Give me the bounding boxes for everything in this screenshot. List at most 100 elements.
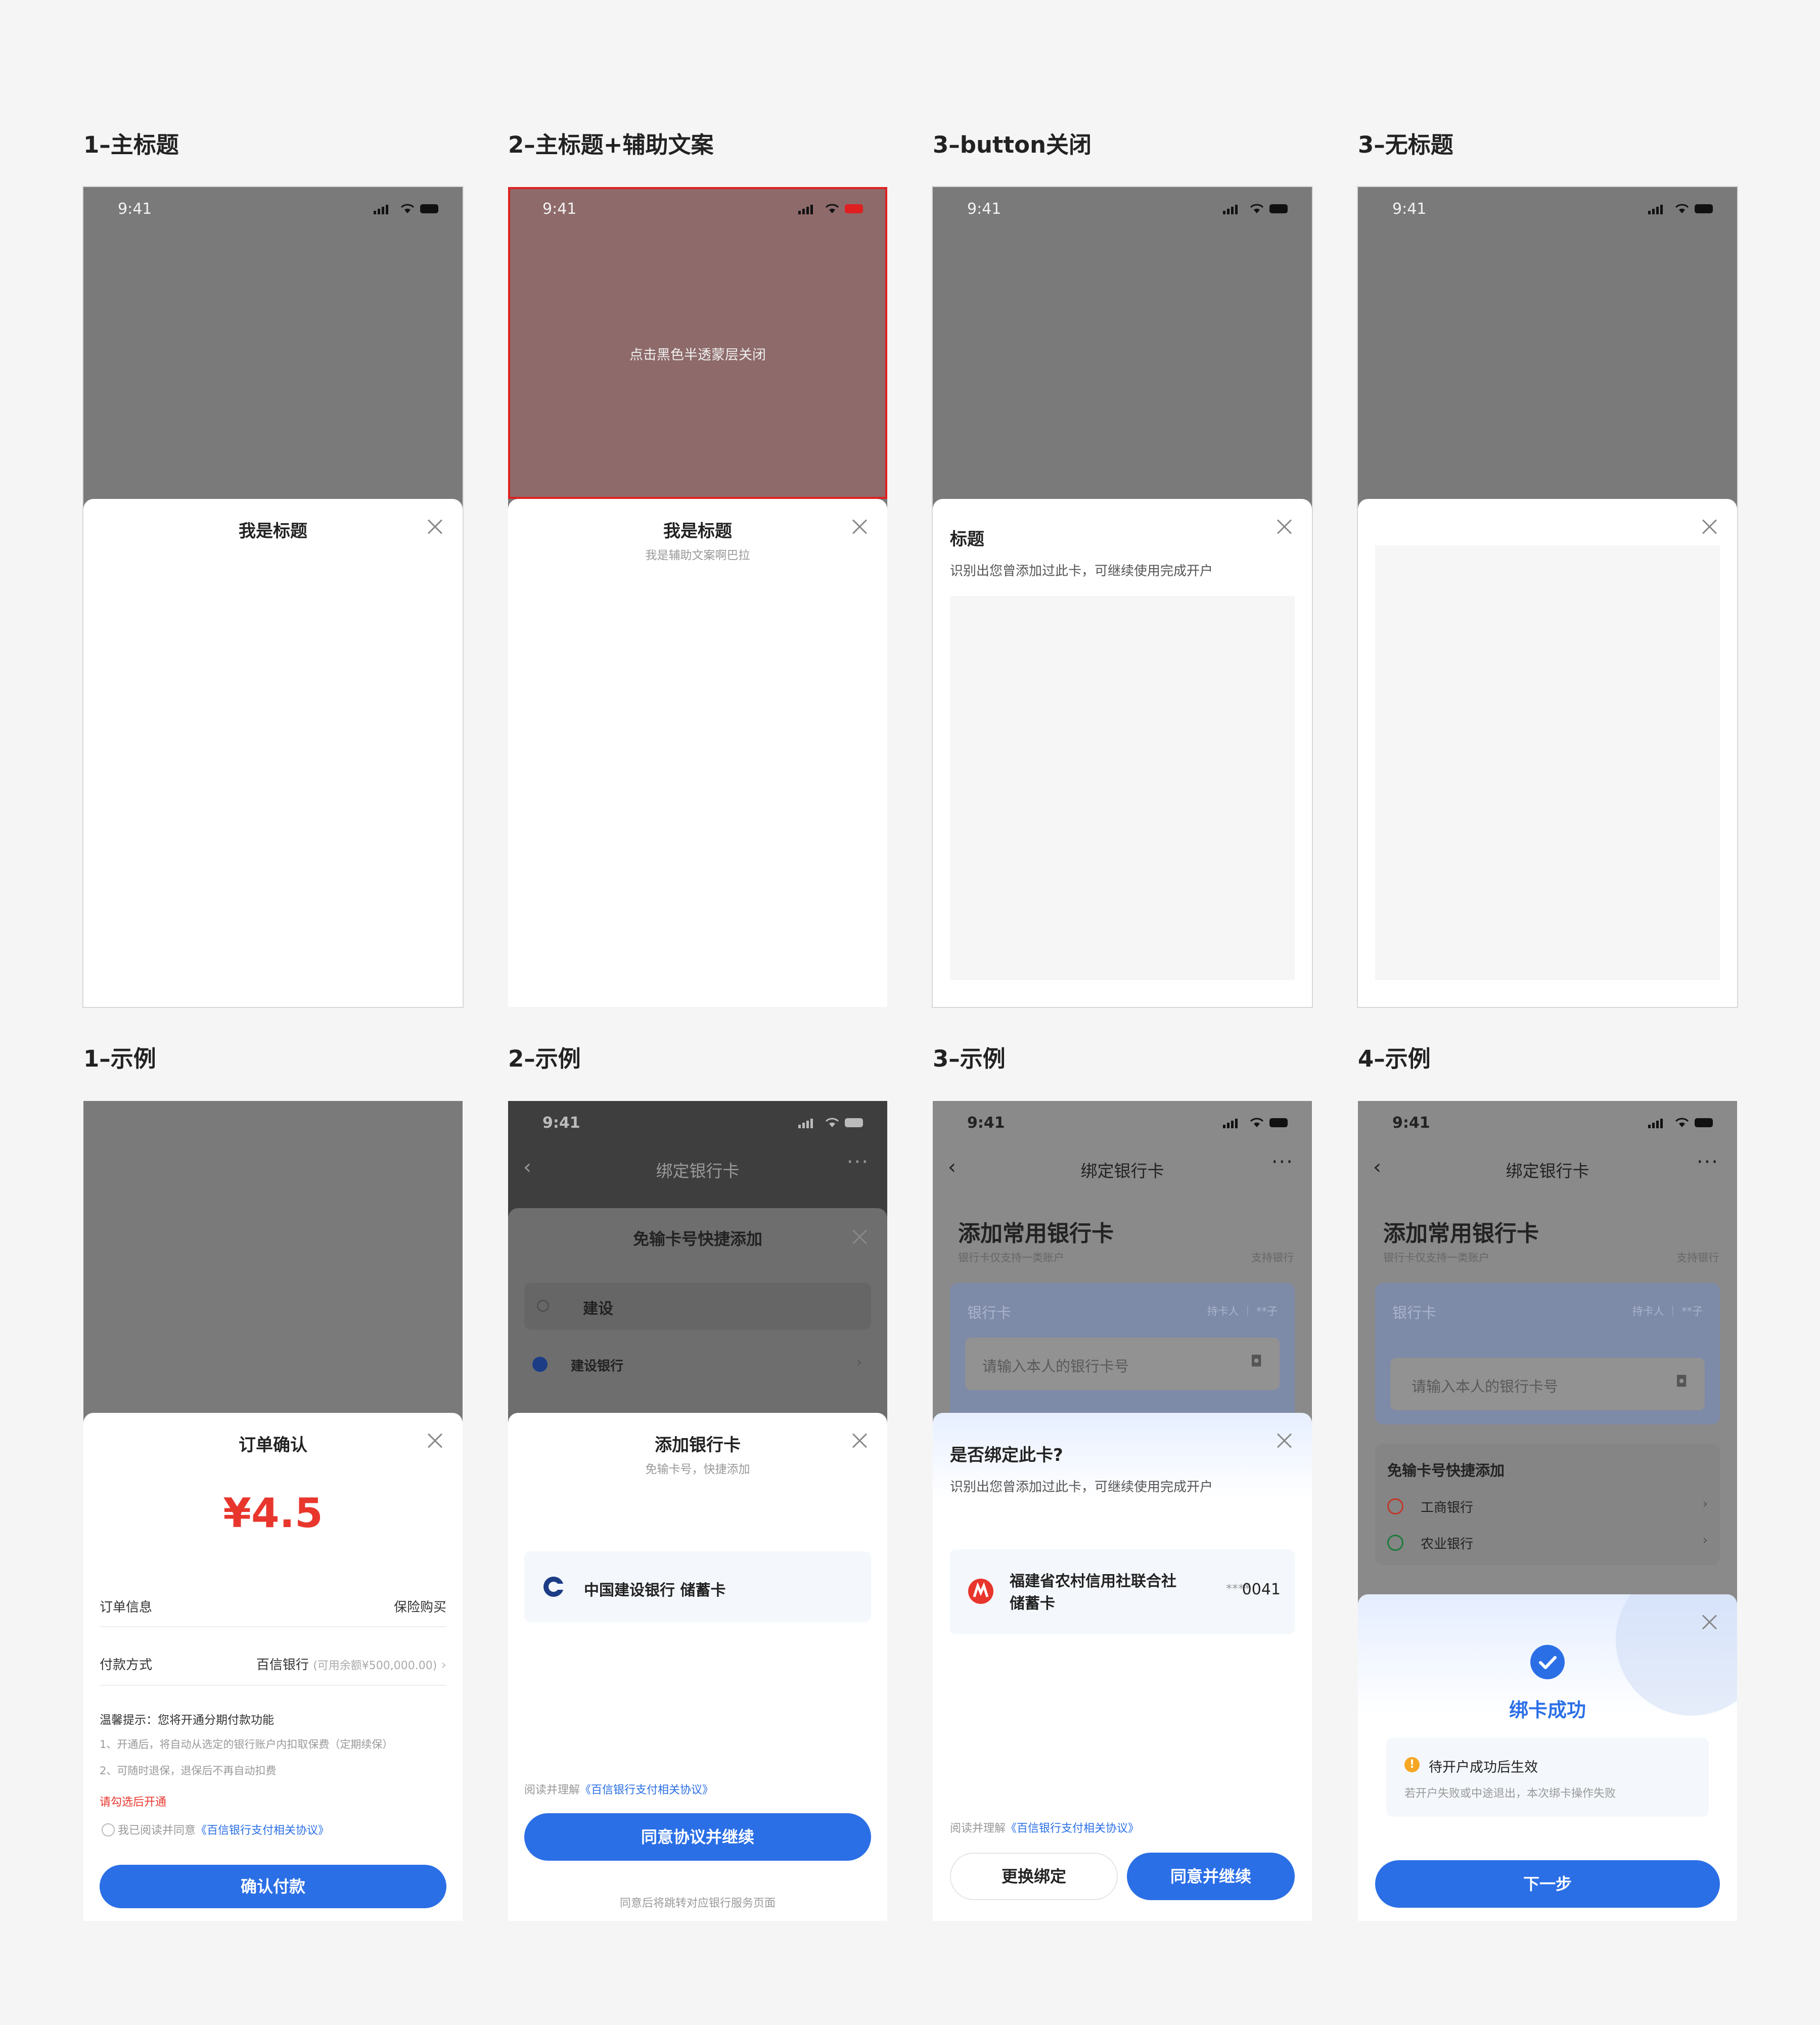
agreement-row[interactable]: 我已阅读并同意《百信银行支付相关协议》 <box>102 1821 329 1837</box>
bank-card-panel: 银行卡 持卡人 ｜ **子 请输入本人的银行卡号 ◘ <box>1375 1283 1720 1424</box>
status-time: 9:41 <box>118 200 152 218</box>
camera-icon[interactable]: ◘ <box>1250 1353 1262 1370</box>
agreement-link[interactable]: 《百信银行支付相关协议》 <box>580 1784 713 1797</box>
card-number-input[interactable]: 请输入本人的银行卡号 ◘ <box>965 1338 1280 1390</box>
close-icon[interactable] <box>427 1433 442 1448</box>
more-icon[interactable]: ··· <box>1271 1150 1294 1174</box>
abc-logo-icon <box>1387 1535 1403 1551</box>
close-icon[interactable] <box>852 1229 867 1245</box>
agreement-link[interactable]: 《百信银行支付相关协议》 <box>196 1824 329 1837</box>
bank-item-2[interactable]: 农业银行 <box>1421 1534 1473 1552</box>
read-prefix: 阅读并理解 <box>950 1822 1006 1835</box>
battery-icon <box>1695 1118 1713 1127</box>
camera-icon[interactable]: ◘ <box>1675 1373 1688 1391</box>
pay-balance-hint: (可用余额¥500,000.00) <box>313 1660 437 1672</box>
label-p3: 3–button关闭 <box>933 131 1092 158</box>
close-icon[interactable] <box>1702 1615 1717 1630</box>
card-label: 银行卡 <box>967 1304 1012 1321</box>
pay-method-selector[interactable]: 百信银行 (可用余额¥500,000.00) › <box>256 1654 446 1673</box>
agreement-link[interactable]: 《百信银行支付相关协议》 <box>1006 1822 1139 1835</box>
bank-card-name: 中国建设银行 储蓄卡 <box>584 1582 726 1599</box>
chevron-right-icon: › <box>1702 1533 1708 1548</box>
chevron-right-icon: › <box>1702 1496 1708 1511</box>
pay-method-value: 百信银行 <box>256 1658 309 1673</box>
close-icon[interactable] <box>427 519 442 534</box>
confirm-pay-button[interactable]: 确认付款 <box>100 1865 446 1908</box>
search-value: 建设 <box>583 1300 613 1318</box>
card-number-placeholder: 请输入本人的银行卡号 <box>982 1358 1129 1375</box>
bottom-sheet: 我是标题 <box>83 499 463 1007</box>
status-time: 9:41 <box>967 200 1002 218</box>
phone-p3: 9:41 标题 识别出您曾添加过此卡，可继续使用完成开户 <box>932 186 1313 1008</box>
agreement-row: 阅读并理解《百信银行支付相关协议》 <box>950 1819 1139 1835</box>
label-p4: 3–无标题 <box>1358 131 1453 158</box>
close-icon[interactable] <box>1277 519 1292 534</box>
page-heading: 添加常用银行卡 <box>958 1221 1114 1247</box>
phone-p1: 9:41 我是标题 <box>82 186 464 1008</box>
next-step-button[interactable]: 下一步 <box>1375 1860 1720 1908</box>
close-icon[interactable] <box>1277 1433 1292 1448</box>
bg-sheet-title: 免输卡号快捷添加 <box>632 1229 762 1249</box>
label-e4: 4–示例 <box>1358 1045 1431 1072</box>
more-icon[interactable]: ··· <box>847 1150 869 1174</box>
search-input[interactable]: ○ 建设 <box>524 1283 871 1329</box>
close-icon[interactable] <box>852 519 867 534</box>
icbc-logo-icon <box>1387 1498 1403 1514</box>
page-heading: 添加常用银行卡 <box>1383 1221 1539 1247</box>
nav-title: 绑定银行卡 <box>656 1161 740 1181</box>
supported-banks-link[interactable]: 支持银行 <box>1676 1250 1719 1265</box>
bank-card-option[interactable]: 中国建设银行 储蓄卡 <box>524 1551 871 1622</box>
status-icons <box>1648 203 1719 214</box>
sheet-desc: 识别出您曾添加过此卡，可继续使用完成开户 <box>950 564 1213 579</box>
bank-item-1[interactable]: 工商银行 <box>1421 1497 1473 1516</box>
phone-e4: 9:41 ‹ 绑定银行卡 ··· 添加常用银行卡 银行卡仅支持一类账户 支持银行… <box>1358 1101 1737 1921</box>
nav-title: 绑定银行卡 <box>1080 1161 1164 1181</box>
sheet-title: 添加银行卡 <box>655 1435 741 1455</box>
sheet-title: 订单确认 <box>239 1435 307 1455</box>
notice-box: ! 待开户成功后生效 若开户失败或中途退出，本次绑卡操作失败 <box>1386 1738 1709 1817</box>
holder-name: 持卡人 ｜ **子 <box>1632 1305 1703 1317</box>
status-time: 9:41 <box>542 1114 580 1132</box>
phone-e3: 9:41 ‹ 绑定银行卡 ··· 添加常用银行卡 银行卡仅支持一类账户 支持银行… <box>933 1101 1312 1921</box>
phone-p2: 9:41 点击黑色半透蒙层关闭 我是标题 我是辅助文案啊巴拉 <box>508 187 887 1007</box>
page-sub: 银行卡仅支持一类账户 <box>958 1252 1064 1264</box>
battery-icon <box>1269 1118 1288 1127</box>
bank-name-line1: 福建省农村信用社联合社 <box>1010 1573 1176 1590</box>
bg-bank-name[interactable]: 建设银行 <box>571 1356 623 1374</box>
confirm-card-sheet: 是否绑定此卡? 识别出您曾添加过此卡，可继续使用完成开户 福建省农村信用社联合社… <box>933 1413 1312 1921</box>
agree-continue-button[interactable]: 同意协议并继续 <box>524 1813 871 1861</box>
battery-icon <box>1695 204 1713 213</box>
bottom-sheet: 标题 识别出您曾添加过此卡，可继续使用完成开户 <box>933 499 1312 1007</box>
change-binding-button[interactable]: 更换绑定 <box>950 1853 1118 1900</box>
status-bar: 9:41 <box>1358 1101 1737 1145</box>
order-info-label: 订单信息 <box>100 1600 153 1615</box>
pay-method-label: 付款方式 <box>100 1658 153 1673</box>
amount: ¥4.5 <box>223 1490 323 1537</box>
more-icon[interactable]: ··· <box>1697 1150 1719 1174</box>
battery-icon <box>845 204 863 213</box>
success-check-icon <box>1530 1645 1565 1679</box>
status-time: 9:41 <box>1392 1114 1430 1132</box>
close-icon[interactable] <box>1702 519 1717 534</box>
card-number-input[interactable]: 请输入本人的银行卡号 ◘ <box>1390 1358 1705 1410</box>
sheet-title: 我是标题 <box>239 521 307 541</box>
battery-icon <box>420 204 438 213</box>
agree-continue-button[interactable]: 同意并继续 <box>1127 1853 1295 1900</box>
navbar: ‹ 绑定银行卡 ··· <box>933 1145 1312 1190</box>
label-e1: 1–示例 <box>83 1045 156 1072</box>
wifi-icon <box>1675 204 1689 213</box>
status-bar: 9:41 <box>933 187 1312 232</box>
close-icon[interactable] <box>852 1433 867 1448</box>
ccb-logo-icon <box>543 1577 564 1597</box>
mask-overlay[interactable] <box>508 187 887 499</box>
status-bar: 9:41 <box>508 1101 887 1145</box>
tip-1: 1、开通后，将自动从选定的银行账户内扣取保费（定期续保） <box>100 1738 393 1751</box>
supported-banks-link[interactable]: 支持银行 <box>1251 1250 1294 1265</box>
radio-checkbox[interactable] <box>102 1823 115 1836</box>
card-number-placeholder: 请输入本人的银行卡号 <box>1412 1378 1559 1395</box>
content-placeholder <box>1375 545 1720 980</box>
add-card-sheet: 添加银行卡 免输卡号，快捷添加 中国建设银行 储蓄卡 阅读并理解《百信银行支付相… <box>508 1413 887 1921</box>
warning-icon: ! <box>1404 1757 1420 1772</box>
sheet-title: 标题 <box>950 529 984 549</box>
divider <box>100 1685 446 1686</box>
